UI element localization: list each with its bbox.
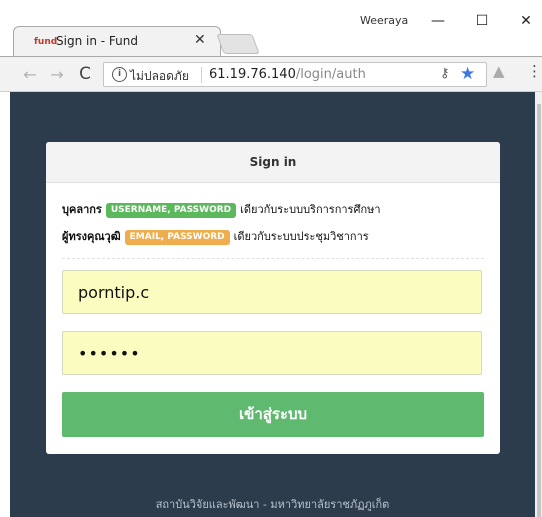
window-titlebar: Weeraya — ☐ ✕ fund Sign in - Fund ✕	[0, 0, 542, 56]
address-bar[interactable]: i ไม่ปลอดภัย 61.19.76.140/login/auth ⚷ ★	[103, 62, 487, 87]
expert-credential-badge: EMAIL, PASSWORD	[124, 229, 230, 245]
staff-info-row: บุคลากร USERNAME, PASSWORD เดียวกับระบบบริ…	[62, 200, 381, 218]
address-separator	[201, 67, 202, 83]
signin-card: Sign in บุคลากร USERNAME, PASSWORD เดียวกั…	[46, 142, 500, 454]
expert-description: เดียวกับระบบประชุมวิชาการ	[233, 230, 369, 243]
footer-text: สถาบันวิจัยและพัฒนา - มหาวิทยาลัยราชภัฏภ…	[155, 498, 390, 511]
password-input[interactable]	[62, 331, 482, 375]
key-icon[interactable]: ⚷	[440, 66, 450, 81]
back-arrow-icon[interactable]: ←	[19, 64, 41, 84]
reload-icon[interactable]: C	[74, 64, 96, 84]
expert-info-row: ผู้ทรงคุณวุฒิ EMAIL, PASSWORD เดียวกับระบบ…	[62, 227, 369, 245]
tab-title: Sign in - Fund	[56, 34, 138, 48]
browser-tab[interactable]: fund Sign in - Fund ✕	[13, 26, 221, 56]
scrollbar-thumb[interactable]	[537, 104, 541, 517]
tab-close-icon[interactable]: ✕	[194, 32, 206, 48]
security-label[interactable]: ไม่ปลอดภัย	[130, 67, 189, 86]
browser-menu-icon[interactable]: ⋮	[527, 62, 542, 80]
staff-role-label: บุคลากร	[62, 203, 102, 216]
profile-name[interactable]: Weeraya	[360, 14, 408, 27]
url-text[interactable]: 61.19.76.140/login/auth	[209, 67, 366, 82]
browser-toolbar: ← → C i ไม่ปลอดภัย 61.19.76.140/login/au…	[0, 56, 542, 92]
url-path: /login/auth	[295, 67, 366, 82]
minimize-button[interactable]: —	[423, 10, 453, 32]
card-title: Sign in	[46, 142, 500, 183]
username-input[interactable]	[62, 270, 482, 314]
new-tab-button[interactable]	[216, 34, 260, 54]
maximize-button[interactable]: ☐	[467, 10, 497, 32]
fund-favicon-icon: fund	[34, 37, 58, 47]
expert-role-label: ผู้ทรงคุณวุฒิ	[62, 230, 121, 243]
section-divider	[62, 258, 484, 259]
drive-extension-icon[interactable]: ▲	[493, 62, 505, 80]
staff-description: เดียวกับระบบบริการการศึกษา	[240, 203, 381, 216]
info-icon[interactable]: i	[112, 67, 127, 82]
bookmark-star-icon[interactable]: ★	[460, 64, 475, 84]
page-viewport: Sign in บุคลากร USERNAME, PASSWORD เดียวกั…	[10, 92, 535, 517]
close-window-button[interactable]: ✕	[511, 10, 541, 32]
login-button[interactable]: เข้าสู่ระบบ	[62, 392, 484, 437]
forward-arrow-icon[interactable]: →	[46, 64, 68, 84]
url-host: 61.19.76.140	[209, 67, 296, 82]
staff-credential-badge: USERNAME, PASSWORD	[105, 202, 237, 218]
